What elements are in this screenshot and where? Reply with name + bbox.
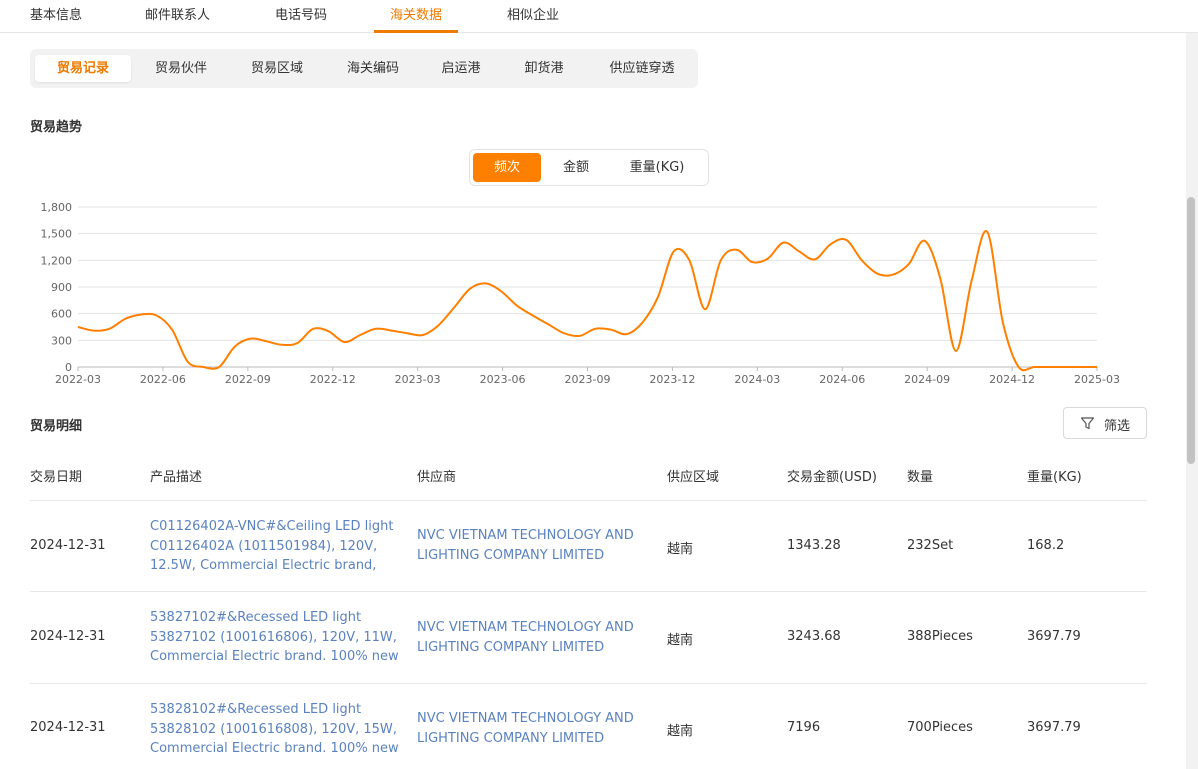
x-tick-label: 2023-06 bbox=[480, 373, 526, 386]
filter-icon bbox=[1080, 417, 1095, 430]
col-header-supplier: 供应商 bbox=[417, 470, 457, 485]
filter-label: 筛选 bbox=[1104, 419, 1131, 434]
tab-email-contacts[interactable]: 邮件联系人 bbox=[145, 4, 210, 23]
cell-supplier-link[interactable]: NVC VIETNAM TECHNOLOGY AND LIGHTING COMP… bbox=[417, 709, 653, 748]
cell-supplier-link[interactable]: NVC VIETNAM TECHNOLOGY AND LIGHTING COMP… bbox=[417, 618, 653, 657]
x-tick-label: 2023-12 bbox=[649, 373, 695, 386]
cell-amount: 7196 bbox=[787, 720, 821, 735]
trend-title: 贸易趋势 bbox=[30, 120, 83, 135]
col-header-region: 供应区域 bbox=[667, 470, 720, 485]
series-line-frequency bbox=[77, 230, 1097, 372]
x-tick-label: 2022-12 bbox=[310, 373, 356, 386]
cell-quantity: 232Set bbox=[907, 538, 954, 553]
table-divider bbox=[30, 500, 1147, 501]
col-header-weight: 重量(KG) bbox=[1027, 470, 1082, 485]
cell-weight: 168.2 bbox=[1027, 538, 1065, 553]
cell-supplier-link[interactable]: NVC VIETNAM TECHNOLOGY AND LIGHTING COMP… bbox=[417, 526, 653, 565]
subtab-trade-regions[interactable]: 贸易区域 bbox=[234, 55, 320, 82]
subtab-supply-chain[interactable]: 供应链穿透 bbox=[595, 55, 689, 82]
cell-date: 2024-12-31 bbox=[30, 720, 106, 735]
metric-toggle: 频次 金额 重量(KG) bbox=[469, 149, 709, 186]
subtab-trade-records[interactable]: 贸易记录 bbox=[35, 55, 131, 82]
metric-amount[interactable]: 金额 bbox=[542, 153, 610, 182]
x-tick-label: 2025-03 bbox=[1074, 373, 1120, 386]
detail-title: 贸易明细 bbox=[30, 419, 83, 434]
sub-tabs: 贸易记录 贸易伙伴 贸易区域 海关编码 启运港 卸货港 供应链穿透 bbox=[30, 49, 698, 88]
col-header-description: 产品描述 bbox=[150, 470, 203, 485]
cell-quantity: 388Pieces bbox=[907, 629, 973, 644]
table-divider bbox=[30, 591, 1147, 592]
subtab-departure-ports[interactable]: 启运港 bbox=[418, 55, 504, 82]
x-tick-label: 2024-03 bbox=[734, 373, 780, 386]
tab-phone-numbers[interactable]: 电话号码 bbox=[275, 4, 327, 23]
cell-region: 越南 bbox=[667, 633, 694, 648]
scrollbar-thumb[interactable] bbox=[1187, 197, 1195, 464]
col-header-quantity: 数量 bbox=[907, 470, 934, 485]
filter-button[interactable]: 筛选 bbox=[1063, 407, 1147, 439]
y-tick-label: 300 bbox=[51, 334, 72, 347]
cell-weight: 3697.79 bbox=[1027, 720, 1081, 735]
cell-date: 2024-12-31 bbox=[30, 538, 106, 553]
x-tick-label: 2024-12 bbox=[989, 373, 1035, 386]
y-tick-label: 1,800 bbox=[41, 201, 73, 214]
col-header-date: 交易日期 bbox=[30, 470, 83, 485]
x-tick-label: 2023-09 bbox=[565, 373, 611, 386]
cell-amount: 3243.68 bbox=[787, 629, 841, 644]
metric-weight[interactable]: 重量(KG) bbox=[612, 153, 702, 182]
cell-description-link[interactable]: 53828102#&Recessed LED light 53828102 (1… bbox=[150, 700, 412, 759]
x-tick-label: 2022-03 bbox=[55, 373, 101, 386]
cell-region: 越南 bbox=[667, 542, 694, 557]
top-nav: 基本信息 邮件联系人 电话号码 海关数据 相似企业 bbox=[0, 0, 1198, 33]
tab-similar-companies[interactable]: 相似企业 bbox=[507, 4, 559, 23]
col-header-amount: 交易金额(USD) bbox=[787, 470, 877, 485]
tab-customs-data[interactable]: 海关数据 bbox=[390, 4, 442, 23]
cell-description-link[interactable]: 53827102#&Recessed LED light 53827102 (1… bbox=[150, 608, 412, 667]
x-tick-label: 2024-09 bbox=[904, 373, 950, 386]
y-tick-label: 1,500 bbox=[41, 228, 73, 241]
subtab-trade-partners[interactable]: 贸易伙伴 bbox=[138, 55, 224, 82]
x-tick-label: 2022-06 bbox=[140, 373, 186, 386]
table-divider bbox=[30, 683, 1147, 684]
x-tick-label: 2024-06 bbox=[819, 373, 865, 386]
y-tick-label: 900 bbox=[51, 281, 72, 294]
cell-region: 越南 bbox=[667, 724, 694, 739]
cell-weight: 3697.79 bbox=[1027, 629, 1081, 644]
active-tab-indicator bbox=[374, 30, 458, 33]
subtab-arrival-ports[interactable]: 卸货港 bbox=[501, 55, 587, 82]
cell-date: 2024-12-31 bbox=[30, 629, 106, 644]
tab-basic-info[interactable]: 基本信息 bbox=[30, 4, 82, 23]
cell-amount: 1343.28 bbox=[787, 538, 841, 553]
cell-quantity: 700Pieces bbox=[907, 720, 973, 735]
cell-description-link[interactable]: C01126402A-VNC#&Ceiling LED light C01126… bbox=[150, 517, 412, 576]
x-tick-label: 2023-03 bbox=[395, 373, 441, 386]
y-tick-label: 600 bbox=[51, 308, 72, 321]
subtab-hs-codes[interactable]: 海关编码 bbox=[330, 55, 416, 82]
y-tick-label: 1,200 bbox=[41, 254, 73, 267]
x-tick-label: 2022-09 bbox=[225, 373, 271, 386]
trend-chart: 03006009001,2001,5001,8002022-03 2022-06 2… bbox=[41, 201, 1120, 386]
metric-frequency[interactable]: 频次 bbox=[473, 153, 541, 182]
